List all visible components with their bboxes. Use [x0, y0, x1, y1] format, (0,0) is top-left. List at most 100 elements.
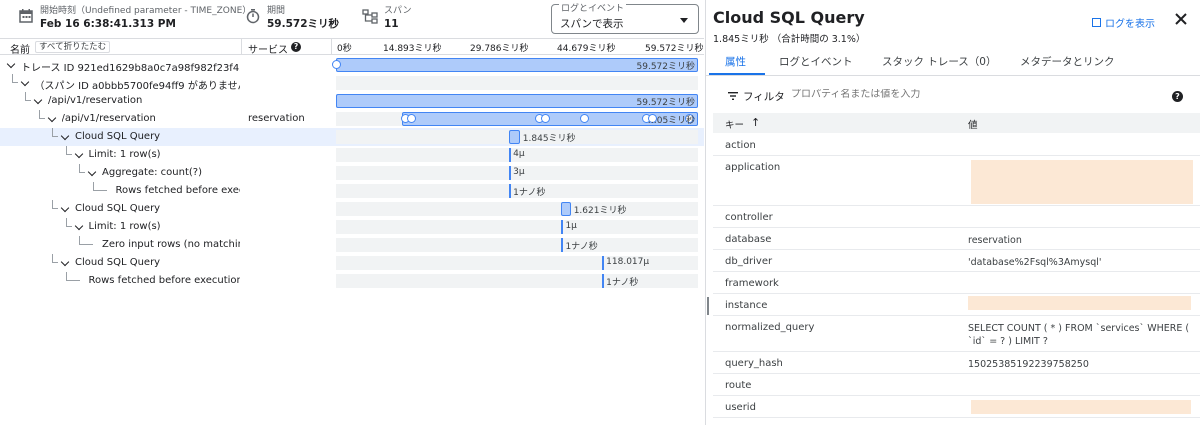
span-duration-label: …05ミリ秒: [647, 116, 696, 126]
span-row[interactable]: （スパン ID a0bbb5700fe94ff9 がありません）: [0, 74, 704, 92]
property-value: reservation: [968, 235, 1022, 246]
column-divider[interactable]: [241, 39, 242, 55]
span-name: Rows fetched before execution: [88, 275, 241, 286]
close-icon[interactable]: [1172, 10, 1190, 28]
name-column-header: 名前: [10, 45, 30, 56]
trace-root-row[interactable]: トレース ID 921ed1629b8a0c7a98f982f23f42fe56…: [0, 56, 704, 74]
property-key: application: [725, 162, 781, 173]
span-duration-bar[interactable]: [602, 274, 605, 288]
panel-resize-handle[interactable]: [707, 297, 709, 315]
property-key: normalized_query: [725, 322, 815, 333]
property-key: action: [725, 140, 756, 151]
tree-connector: [11, 74, 18, 83]
span-duration-bar[interactable]: [602, 256, 605, 270]
chevron-down-icon[interactable]: [74, 221, 83, 231]
timeline-tick-4: 59.572ミリ秒: [645, 44, 704, 54]
span-row[interactable]: Cloud SQL Query 1.845ミリ秒: [0, 128, 704, 146]
log-select-caption: ログとイベント: [559, 4, 627, 14]
chevron-down-icon[interactable]: [33, 95, 43, 105]
dropdown-arrow-icon: [680, 18, 688, 23]
span-row[interactable]: Rows fetched before execution 1ナノ秒: [0, 272, 704, 290]
span-duration-label: 3μ: [513, 167, 525, 177]
log-display-select[interactable]: ログとイベント スパンで表示: [551, 4, 699, 34]
redacted-value: [971, 400, 1191, 414]
tree-connector: [38, 110, 45, 119]
timeline-tick-0: 0秒: [337, 44, 352, 54]
filter-input[interactable]: [791, 89, 1141, 100]
span-name: Aggregate: count(?): [102, 167, 202, 178]
span-row[interactable]: Cloud SQL Query 118.017μ: [0, 254, 704, 272]
trace-summary-bar: 開始時刻（Undefined parameter - TIME_ZONE） Fe…: [0, 0, 704, 38]
chevron-down-icon[interactable]: [47, 113, 56, 123]
tree-connector: [79, 236, 93, 245]
filter-icon: [728, 92, 738, 100]
span-row[interactable]: Limit: 1 row(s) 1μ: [0, 218, 704, 236]
trace-waterfall-pane: 開始時刻（Undefined parameter - TIME_ZONE） Fe…: [0, 0, 704, 425]
span-duration-bar[interactable]: [509, 184, 512, 198]
open-external-icon: [1092, 18, 1101, 27]
property-value: SELECT COUNT ( * ) FROM `services` WHERE…: [968, 323, 1190, 347]
collapse-all-button[interactable]: すべて折りたたむ: [35, 41, 111, 53]
span-row[interactable]: /api/v1/reservation 59.572ミリ秒: [0, 92, 704, 110]
chevron-down-icon[interactable]: [60, 257, 70, 267]
tab-metadata-links[interactable]: メタデータとリンク: [1020, 54, 1115, 69]
view-logs-link[interactable]: ログを表示: [1092, 15, 1155, 30]
sort-arrow-up-icon[interactable]: ↑: [751, 116, 760, 129]
tab-stack-trace[interactable]: スタック トレース（0）: [882, 54, 997, 69]
chevron-down-icon[interactable]: [20, 77, 29, 87]
chevron-down-icon[interactable]: [87, 167, 97, 177]
tree-connector: [25, 92, 31, 101]
key-column-header[interactable]: キー: [725, 117, 744, 131]
duration-label: 期間: [267, 6, 286, 16]
tree-connector: [65, 218, 72, 227]
property-row: framework: [713, 272, 1200, 294]
span-duration-label: 1.621ミリ秒: [573, 206, 627, 216]
event-marker-icon[interactable]: [407, 114, 416, 123]
property-row: application: [713, 156, 1200, 206]
span-duration-label: 118.017μ: [606, 257, 650, 267]
event-marker-icon[interactable]: [541, 114, 550, 123]
property-key: query_hash: [725, 358, 783, 369]
chevron-down-icon[interactable]: [74, 149, 83, 159]
property-filter: フィルタ ?: [706, 86, 1200, 108]
event-marker-icon[interactable]: [332, 60, 341, 69]
tree-connector: [52, 254, 58, 263]
span-row[interactable]: Cloud SQL Query 1.621ミリ秒: [0, 200, 704, 218]
service-column-header: サービス: [248, 45, 288, 56]
span-name: Limit: 1 row(s): [88, 221, 161, 232]
span-row[interactable]: Zero input rows (no matching r... 1ナノ秒: [0, 236, 704, 254]
span-duration-bar[interactable]: [561, 220, 564, 234]
property-key: userid: [725, 402, 756, 413]
span-duration-bar[interactable]: [509, 148, 512, 162]
chevron-down-icon[interactable]: [60, 203, 70, 213]
span-duration-label: 59.572ミリ秒: [636, 62, 696, 72]
chevron-down-icon[interactable]: [6, 59, 16, 69]
help-icon[interactable]: ?: [291, 42, 301, 52]
chevron-down-icon[interactable]: [60, 131, 70, 141]
tab-attributes[interactable]: 属性: [725, 54, 746, 69]
span-name: Cloud SQL Query: [75, 257, 161, 268]
span-row[interactable]: /api/v1/reservation reservation …05ミリ秒: [0, 110, 704, 128]
timeline-tick-2: 29.786ミリ秒: [470, 44, 529, 54]
span-duration-label: 1ナノ秒: [606, 278, 639, 288]
span-row[interactable]: Rows fetched before execu... 1ナノ秒: [0, 182, 704, 200]
span-duration-bar[interactable]: [508, 130, 520, 144]
event-marker-icon[interactable]: [580, 114, 589, 123]
column-divider[interactable]: [331, 39, 332, 55]
span-name: Zero input rows (no matching r...: [102, 239, 240, 250]
span-duration-bar[interactable]: [509, 166, 512, 180]
span-row[interactable]: Aggregate: count(?) 3μ: [0, 164, 704, 182]
span-row[interactable]: Limit: 1 row(s) 4μ: [0, 146, 704, 164]
stopwatch-icon: [246, 9, 260, 24]
span-duration-bar[interactable]: [561, 238, 564, 252]
span-name: （スパン ID a0bbb5700fe94ff9 がありません）: [34, 81, 241, 92]
property-row: database reservation: [713, 228, 1200, 250]
span-duration-bar[interactable]: [560, 202, 571, 216]
timeline-track: [336, 202, 698, 216]
property-row: controller: [713, 206, 1200, 228]
properties-table-header: キー ↑ 値: [713, 113, 1200, 133]
help-icon[interactable]: ?: [1172, 91, 1183, 102]
tab-logs-events[interactable]: ログとイベント: [779, 54, 853, 69]
spans-label: スパン: [384, 6, 412, 16]
filter-label: フィルタ: [743, 91, 785, 103]
